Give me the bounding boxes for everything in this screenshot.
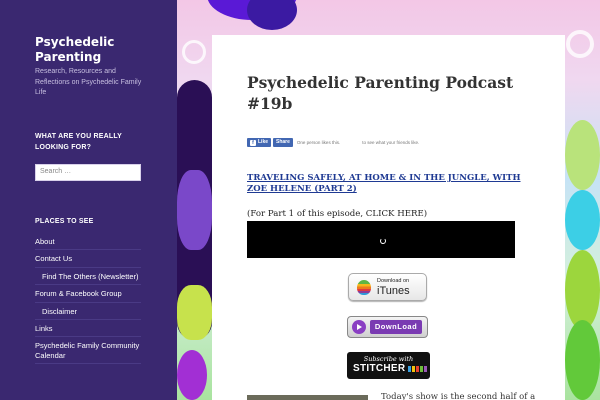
stitcher-small-label: Subscribe with [363,355,414,363]
facebook-likes-text: One person likes this. [296,140,341,145]
apple-icon [357,279,371,295]
audio-player[interactable] [247,221,515,258]
stitcher-big-label: STITCHER [353,363,406,374]
itunes-button[interactable]: Download on iTunes [348,273,427,301]
places-nav: About Contact Us Find The Others (Newsle… [35,233,141,365]
site-title[interactable]: Psychedelic Parenting [35,35,145,65]
itunes-big-label: iTunes [377,284,410,297]
green-shape [565,120,600,190]
post-body-start: Today's show is the second half of a [381,392,536,400]
itunes-small-label: Download on [377,277,410,284]
nav-item-links[interactable]: Links [35,320,141,338]
post-title[interactable]: Psychedelic Parenting Podcast #19b [247,72,537,114]
places-widget-heading: PLACES TO SEE [35,218,94,225]
ring-shape [566,30,594,58]
nav-item-disclaimer[interactable]: Disclaimer [35,303,141,320]
violet-shape [177,170,212,250]
sidebar: Psychedelic Parenting Research, Resource… [0,0,177,400]
download-label: DownLoad [370,320,422,334]
facebook-share-button[interactable]: Share [273,138,293,147]
post-card: Psychedelic Parenting Podcast #19b f Like… [212,35,565,400]
part1-link-text[interactable]: (For Part 1 of this episode, CLICK HERE) [247,209,427,219]
stitcher-logo-icon [408,366,428,372]
ring-shape [182,40,206,64]
download-button[interactable]: DownLoad [347,316,428,338]
play-icon [352,320,366,334]
facebook-icon: f [250,139,256,146]
loading-spinner-icon [380,238,386,244]
facebook-like-bar: f Like Share One person likes this. to se… [247,138,419,147]
episode-thumbnail[interactable] [247,395,368,400]
nav-item-contact[interactable]: Contact Us [35,250,141,268]
episode-subtitle[interactable]: TRAVELING SAFELY, AT HOME & IN THE JUNGL… [247,173,537,195]
site-description: Research, Resources and Reflections on P… [35,68,142,96]
facebook-like-button[interactable]: f Like [247,138,272,147]
facebook-friends-text: to see what your friends like. [362,140,420,145]
green-shape [565,320,600,400]
search-input[interactable]: Search … [35,164,141,181]
green-shape [565,250,600,330]
cyan-shape [565,190,600,250]
purple-shape [247,0,297,30]
green-shape [177,285,212,340]
nav-item-about[interactable]: About [35,233,141,251]
magenta-shape [177,350,207,400]
nav-item-calendar[interactable]: Psychedelic Family Community Calendar [35,337,141,365]
nav-item-newsletter[interactable]: Find The Others (Newsletter) [35,268,141,286]
nav-item-forum[interactable]: Forum & Facebook Group [35,285,141,303]
stitcher-button[interactable]: Subscribe with STITCHER [347,352,430,379]
search-widget-heading: WHAT ARE YOU REALLY LOOKING FOR? [35,133,122,151]
